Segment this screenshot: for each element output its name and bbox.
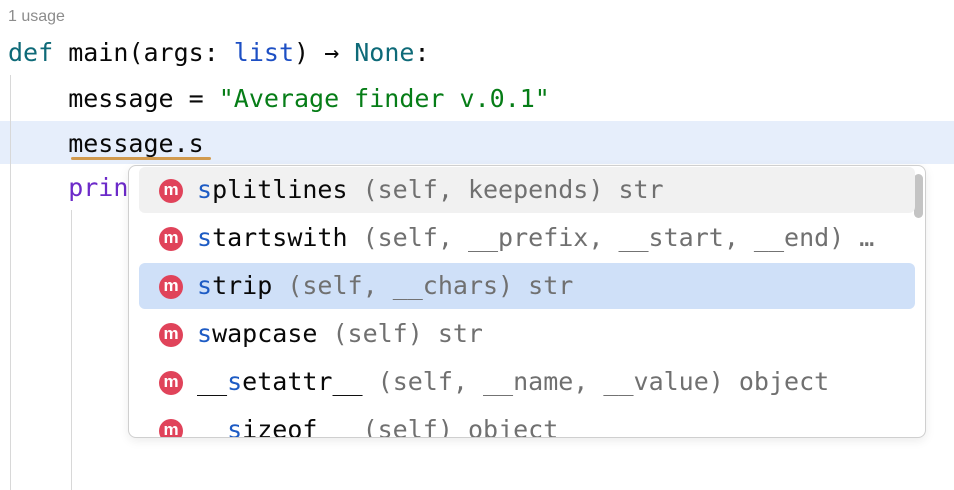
method-icon: m [159,275,183,299]
method-name: trip [212,271,273,300]
keyword: def [8,38,54,67]
completion-text: __setattr__ (self, __name, __value) obje… [197,359,829,405]
completion-item[interactable]: m __setattr__ (self, __name, __value) obj… [139,359,915,405]
return-type: None [354,38,415,67]
code-line-print[interactable]: prin [8,165,128,211]
scrollbar[interactable] [914,174,923,218]
method-icon: m [159,419,183,437]
completion-item[interactable]: m swapcase (self) str [139,311,915,357]
match-highlight: s [197,223,213,252]
type-hint: list [233,38,295,67]
completion-text: startswith (self, __prefix, __start, __e… [197,215,874,261]
code-line-def[interactable]: def main(args: list) → None: [8,30,430,76]
match-highlight: s [227,415,243,438]
colon: : [414,38,430,67]
warning-underline [71,157,211,160]
completion-text: __sizeof__ (self) object [197,407,559,438]
completion-item[interactable]: m startswith (self, __prefix, __start, __… [139,215,915,261]
completion-text: splitlines (self, keepends) str [197,167,664,213]
completion-item[interactable]: m __sizeof__ (self) object [139,407,915,438]
signature: (self, __chars) str [272,271,574,300]
method-icon: m [159,371,183,395]
name-prefix: __ [197,367,228,396]
method-icon: m [159,227,183,251]
string-literal: "Average finder v.0.1" [218,84,550,113]
params-close: ) → [294,38,355,67]
completion-item[interactable]: m splitlines (self, keepends) str [139,167,915,213]
usage-hint[interactable]: 1 usage [8,8,65,26]
match-highlight: s [197,319,213,348]
match-highlight: s [197,271,213,300]
name-prefix: __ [197,415,228,438]
assign-lhs: message = [8,84,219,113]
method-name: plitlines [212,175,348,204]
code-line-assign[interactable]: message = "Average finder v.0.1" [8,76,550,122]
signature: (self, __prefix, __start, __end) … [347,223,875,252]
signature: (self, keepends) str [347,175,664,204]
method-name: etattr__ [242,367,363,396]
completion-text: swapcase (self) str [197,311,483,357]
code-line-current[interactable]: message.s [8,121,203,167]
match-highlight: s [197,175,213,204]
method-icon: m [159,323,183,347]
method-name: wapcase [212,319,318,348]
function-name: main [68,38,129,67]
method-icon: m [159,179,183,203]
signature: (self) object [347,415,559,438]
match-highlight: s [227,367,243,396]
signature: (self) str [317,319,483,348]
completion-text: strip (self, __chars) str [197,263,573,309]
indent-guide [71,210,72,490]
params: (args: [128,38,234,67]
method-name: izeof__ [242,415,348,438]
method-name: tartswith [212,223,348,252]
signature: (self, __name, __value) object [362,367,830,396]
completion-popup[interactable]: m splitlines (self, keepends) str m startsw… [128,165,926,438]
completion-item[interactable]: m strip (self, __chars) str [139,263,915,309]
